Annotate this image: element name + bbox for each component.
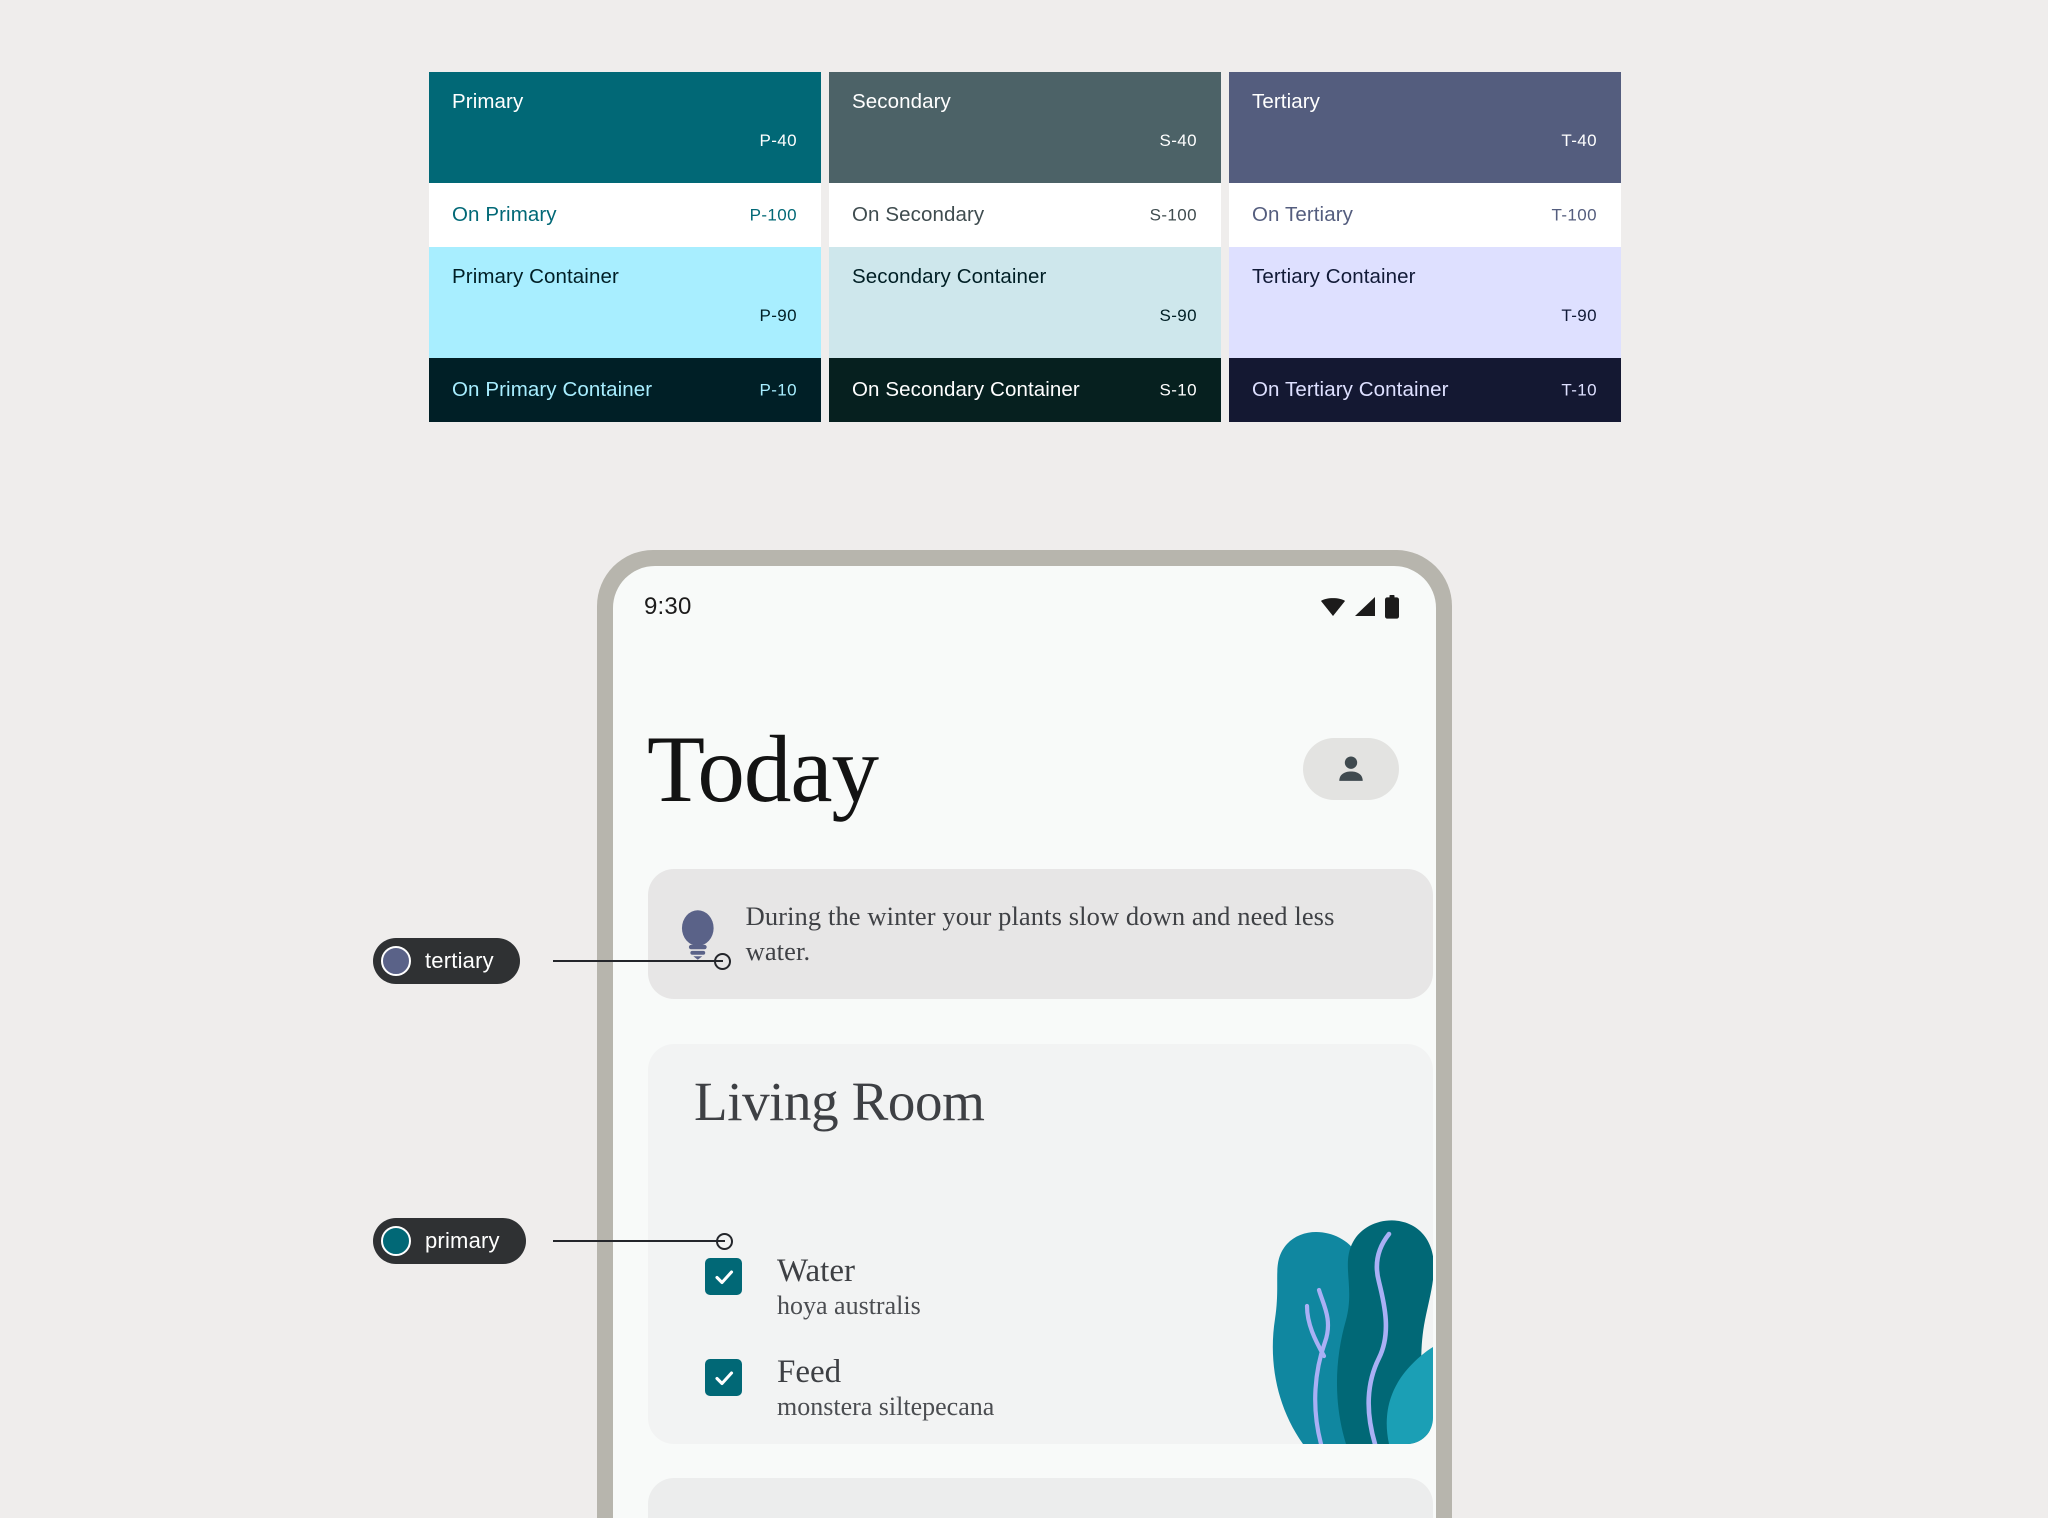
page-title: Today bbox=[647, 715, 879, 822]
phone-mockup-frame: 9:30 Today During the winter your plants… bbox=[597, 550, 1452, 1518]
status-bar-clock: 9:30 bbox=[644, 593, 692, 620]
task-texts: Feed monstera siltepecana bbox=[777, 1354, 994, 1422]
swatch-code: P-100 bbox=[749, 205, 797, 225]
task-checkbox[interactable] bbox=[705, 1359, 742, 1396]
screenshot-root: Primary P-40 On Primary P-100 Primary Contai… bbox=[0, 0, 2048, 1518]
swatch-label: On Primary Container bbox=[452, 377, 653, 401]
color-swatch[interactable]: On Tertiary Container T-10 bbox=[1229, 358, 1621, 422]
status-bar-icons bbox=[1320, 595, 1400, 619]
swatch-label: On Tertiary bbox=[1252, 202, 1353, 226]
swatch-code: T-10 bbox=[1561, 380, 1597, 400]
swatch-label: Primary Container bbox=[452, 265, 619, 288]
swatch-code: T-100 bbox=[1551, 205, 1597, 225]
color-swatch[interactable]: On Primary P-100 bbox=[429, 183, 821, 247]
annotation-label: primary bbox=[425, 1228, 500, 1253]
leader-line-primary bbox=[553, 1240, 725, 1242]
swatch-code: S-90 bbox=[1159, 306, 1197, 325]
battery-icon bbox=[1385, 595, 1399, 619]
annotation-color-dot bbox=[381, 946, 411, 976]
tip-card-text: During the winter your plants slow down … bbox=[745, 901, 1335, 966]
avatar-button[interactable] bbox=[1303, 738, 1399, 800]
swatch-label: On Secondary Container bbox=[852, 377, 1080, 401]
color-swatch[interactable]: Primary P-40 bbox=[429, 72, 821, 183]
swatch-code: P-90 bbox=[759, 306, 797, 325]
swatch-label: On Tertiary Container bbox=[1252, 377, 1449, 401]
task-texts: Water hoya australis bbox=[777, 1253, 921, 1321]
person-icon bbox=[1339, 756, 1363, 781]
color-swatch[interactable]: On Secondary S-100 bbox=[829, 183, 1221, 247]
color-palette-grid: Primary P-40 On Primary P-100 Primary Contai… bbox=[429, 72, 1621, 454]
color-swatch[interactable]: On Primary Container P-10 bbox=[429, 358, 821, 422]
task-subtitle: hoya australis bbox=[777, 1291, 921, 1321]
phone-screen: 9:30 Today During the winter your plants… bbox=[613, 566, 1436, 1518]
palette-column-secondary: Secondary S-40 On Secondary S-100 Secondary … bbox=[829, 72, 1221, 454]
check-icon bbox=[714, 1370, 733, 1385]
task-subtitle: monstera siltepecana bbox=[777, 1392, 995, 1422]
leader-line-tertiary bbox=[553, 960, 723, 962]
annotation-pill-primary[interactable]: primary bbox=[373, 1218, 526, 1264]
swatch-code: S-40 bbox=[1159, 131, 1197, 150]
annotation-label: tertiary bbox=[425, 948, 494, 973]
status-bar: 9:30 bbox=[613, 590, 1436, 624]
page-header: Today bbox=[613, 714, 1436, 824]
check-icon bbox=[714, 1269, 733, 1284]
palette-column-tertiary: Tertiary T-40 On Tertiary T-100 Tertiary Con… bbox=[1229, 72, 1621, 454]
room-card-title: Living Room bbox=[694, 1071, 985, 1132]
cellular-signal-icon bbox=[1355, 597, 1375, 616]
leader-endpoint-primary bbox=[716, 1233, 733, 1250]
task-title: Water bbox=[777, 1253, 855, 1289]
color-swatch[interactable]: Secondary Container S-90 bbox=[829, 247, 1221, 358]
swatch-label: Tertiary bbox=[1252, 90, 1321, 113]
color-swatch[interactable]: Tertiary Container T-90 bbox=[1229, 247, 1621, 358]
color-swatch[interactable]: Tertiary T-40 bbox=[1229, 72, 1621, 183]
palette-column-primary: Primary P-40 On Primary P-100 Primary Contai… bbox=[429, 72, 821, 454]
lightbulb-icon bbox=[681, 910, 714, 960]
leader-endpoint-tertiary bbox=[714, 953, 731, 970]
swatch-label: On Secondary bbox=[852, 202, 985, 226]
color-swatch[interactable]: Secondary S-40 bbox=[829, 72, 1221, 183]
wifi-icon bbox=[1321, 598, 1345, 616]
swatch-label: Tertiary Container bbox=[1252, 265, 1416, 288]
swatch-code: T-90 bbox=[1561, 306, 1597, 325]
color-swatch[interactable]: On Tertiary T-100 bbox=[1229, 183, 1621, 247]
swatch-label: Secondary Container bbox=[852, 265, 1047, 288]
task-title: Feed bbox=[777, 1354, 842, 1390]
swatch-code: S-10 bbox=[1159, 380, 1197, 400]
task-row[interactable]: Water hoya australis bbox=[705, 1253, 921, 1321]
swatch-label: Primary bbox=[452, 90, 524, 113]
next-room-card[interactable] bbox=[648, 1478, 1433, 1518]
swatch-code: S-100 bbox=[1149, 205, 1197, 225]
annotation-color-dot bbox=[381, 1226, 411, 1256]
task-checkbox[interactable] bbox=[705, 1258, 742, 1295]
color-swatch[interactable]: On Secondary Container S-10 bbox=[829, 358, 1221, 422]
tip-card[interactable]: During the winter your plants slow down … bbox=[648, 869, 1433, 999]
color-swatch[interactable]: Primary Container P-90 bbox=[429, 247, 821, 358]
swatch-code: P-40 bbox=[759, 131, 797, 150]
plant-leaves-illustration bbox=[1183, 1144, 1433, 1444]
swatch-label: Secondary bbox=[852, 90, 951, 113]
annotation-pill-tertiary[interactable]: tertiary bbox=[373, 938, 520, 984]
swatch-code: T-40 bbox=[1561, 131, 1597, 150]
swatch-label: On Primary bbox=[452, 202, 557, 226]
task-row[interactable]: Feed monstera siltepecana bbox=[705, 1354, 994, 1422]
swatch-code: P-10 bbox=[759, 380, 797, 400]
room-card[interactable]: Living Room Water hoya australis Feed mo… bbox=[648, 1044, 1433, 1444]
